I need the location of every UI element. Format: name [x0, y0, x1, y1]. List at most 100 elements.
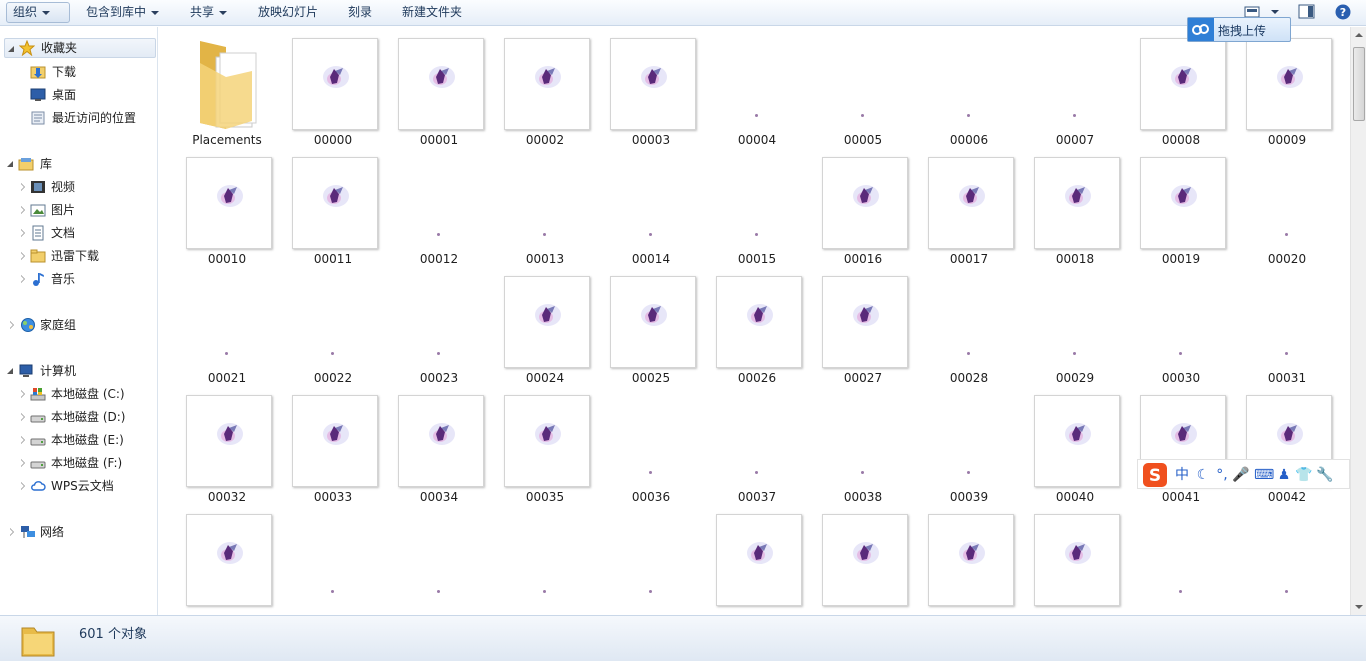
file-item[interactable]: 00018 [1022, 146, 1128, 266]
file-item[interactable]: 00031 [1234, 265, 1340, 385]
drag-upload-button[interactable]: 拖拽上传 [1187, 17, 1291, 42]
expand-arrow-icon[interactable] [21, 229, 25, 237]
nav-computer[interactable]: 计算机 [4, 361, 156, 381]
file-item[interactable]: 00038 [810, 384, 916, 504]
file-item[interactable]: 00012 [386, 146, 492, 266]
file-item[interactable]: 00009 [1234, 27, 1340, 147]
expand-arrow-icon[interactable] [21, 413, 25, 421]
new-folder-button[interactable]: 新建文件夹 [396, 2, 468, 23]
vertical-scrollbar[interactable] [1350, 27, 1366, 615]
file-item[interactable]: 00011 [280, 146, 386, 266]
file-item[interactable]: 00040 [1022, 384, 1128, 504]
scroll-down-arrow-icon[interactable] [1351, 599, 1366, 615]
nav-disk-d[interactable]: 本地磁盘 (D:) [18, 407, 156, 427]
file-item[interactable]: 00028 [916, 265, 1022, 385]
nav-downloads[interactable]: 下载 [28, 62, 156, 82]
file-item[interactable]: 00039 [916, 384, 1022, 504]
nav-network[interactable]: 网络 [4, 522, 156, 542]
file-item[interactable]: 00032 [174, 384, 280, 504]
expand-arrow-icon[interactable] [10, 528, 14, 536]
scrollbar-thumb[interactable] [1353, 47, 1365, 121]
nav-videos[interactable]: 视频 [18, 177, 156, 197]
nav-desktop[interactable]: 桌面 [28, 85, 156, 105]
file-item[interactable]: 00001 [386, 27, 492, 147]
file-item[interactable]: 00033 [280, 384, 386, 504]
moon-icon[interactable]: ☾ [1194, 466, 1212, 484]
file-item[interactable]: 00003 [598, 27, 704, 147]
expand-arrow-icon[interactable] [7, 161, 13, 167]
nav-wps-cloud[interactable]: WPS云文档 [18, 476, 156, 496]
file-item[interactable] [1234, 503, 1340, 615]
expand-arrow-icon[interactable] [21, 482, 25, 490]
file-item[interactable]: 00025 [598, 265, 704, 385]
file-item[interactable]: 00007 [1022, 27, 1128, 147]
file-item[interactable]: 00005 [810, 27, 916, 147]
sogou-logo-icon[interactable]: S [1142, 462, 1168, 488]
folder-item[interactable]: Placements [174, 27, 280, 147]
file-item[interactable]: 00015 [704, 146, 810, 266]
expand-arrow-icon[interactable] [21, 183, 25, 191]
file-item[interactable] [704, 503, 810, 615]
file-item[interactable]: 00026 [704, 265, 810, 385]
file-item[interactable]: 00022 [280, 265, 386, 385]
settings-wrench-icon[interactable]: 🔧 [1316, 466, 1334, 484]
nav-pictures[interactable]: 图片 [18, 200, 156, 220]
scroll-up-arrow-icon[interactable] [1351, 27, 1366, 43]
file-item[interactable]: 00017 [916, 146, 1022, 266]
file-item[interactable] [386, 503, 492, 615]
file-item[interactable]: 00035 [492, 384, 598, 504]
file-item[interactable]: 00037 [704, 384, 810, 504]
user-icon[interactable]: ♟ [1275, 466, 1293, 484]
file-item[interactable]: 00027 [810, 265, 916, 385]
file-item[interactable]: 00024 [492, 265, 598, 385]
burn-button[interactable]: 刻录 [342, 2, 378, 23]
file-item[interactable] [280, 503, 386, 615]
nav-libraries[interactable]: 库 [4, 154, 156, 174]
file-item[interactable]: 00034 [386, 384, 492, 504]
file-item[interactable] [810, 503, 916, 615]
expand-arrow-icon[interactable] [8, 46, 14, 52]
expand-arrow-icon[interactable] [21, 206, 25, 214]
file-item[interactable]: 00021 [174, 265, 280, 385]
file-item[interactable]: 00014 [598, 146, 704, 266]
file-item[interactable]: 00004 [704, 27, 810, 147]
file-item[interactable]: 00008 [1128, 27, 1234, 147]
file-item[interactable]: 00030 [1128, 265, 1234, 385]
nav-disk-f[interactable]: 本地磁盘 (F:) [18, 453, 156, 473]
include-in-library-button[interactable]: 包含到库中 [80, 2, 165, 23]
nav-music[interactable]: 音乐 [18, 269, 156, 289]
slideshow-button[interactable]: 放映幻灯片 [252, 2, 324, 23]
file-item[interactable]: 00006 [916, 27, 1022, 147]
expand-arrow-icon[interactable] [21, 459, 25, 467]
file-item[interactable] [598, 503, 704, 615]
file-item[interactable] [1022, 503, 1128, 615]
file-item[interactable] [916, 503, 1022, 615]
nav-disk-c[interactable]: 本地磁盘 (C:) [18, 384, 156, 404]
file-list-view[interactable]: Placements 00000 00001 00002 00003 00004 00005… [159, 27, 1350, 615]
organize-button[interactable]: 组织 [6, 2, 70, 23]
ime-mode-indicator[interactable]: 中 [1173, 466, 1191, 484]
share-button[interactable]: 共享 [184, 2, 233, 23]
file-item[interactable]: 00029 [1022, 265, 1128, 385]
nav-homegroup[interactable]: 家庭组 [4, 315, 156, 335]
nav-disk-e[interactable]: 本地磁盘 (E:) [18, 430, 156, 450]
file-item[interactable] [174, 503, 280, 615]
skin-icon[interactable]: 👕 [1295, 466, 1313, 484]
file-item[interactable] [1128, 503, 1234, 615]
file-item[interactable]: 00002 [492, 27, 598, 147]
help-icon[interactable]: ? [1334, 4, 1352, 20]
keyboard-icon[interactable]: ⌨ [1254, 466, 1274, 484]
expand-arrow-icon[interactable] [10, 321, 14, 329]
expand-arrow-icon[interactable] [7, 368, 13, 374]
microphone-icon[interactable]: 🎤 [1232, 466, 1250, 484]
file-item[interactable]: 00013 [492, 146, 598, 266]
file-item[interactable]: 00019 [1128, 146, 1234, 266]
nav-xunlei[interactable]: 迅雷下载 [18, 246, 156, 266]
file-item[interactable]: 00016 [810, 146, 916, 266]
preview-pane-icon[interactable] [1298, 4, 1316, 20]
nav-recent[interactable]: 最近访问的位置 [28, 108, 156, 128]
file-item[interactable]: 00023 [386, 265, 492, 385]
file-item[interactable]: 00000 [280, 27, 386, 147]
expand-arrow-icon[interactable] [21, 390, 25, 398]
punctuation-icon[interactable]: °, [1213, 466, 1231, 484]
